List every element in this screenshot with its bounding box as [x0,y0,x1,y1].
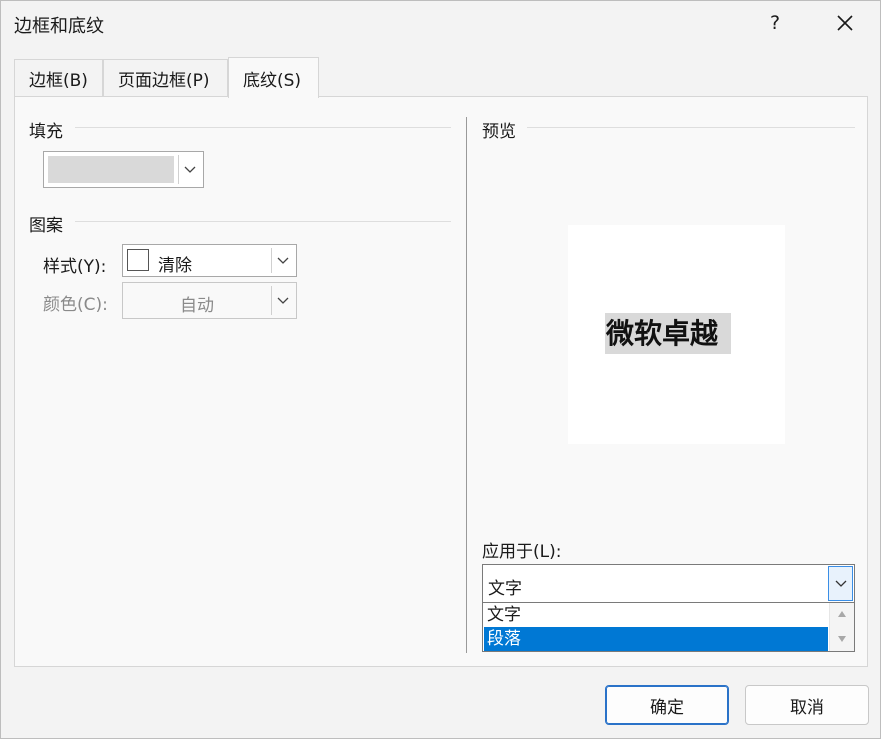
style-value: 清除 [158,256,192,276]
fill-color-swatch [48,156,174,183]
borders-and-shading-dialog: 边框和底纹 ? 边框(B) 页面边框(P) 底纹(S) 填充 图案 样式(Y):… [0,0,881,739]
apply-to-dropdown[interactable]: 文字 [482,564,855,603]
pattern-group-label: 图案 [29,216,63,236]
scroll-down-icon[interactable] [837,635,847,643]
apply-to-label: 应用于(L): [482,542,562,562]
fill-color-dropdown[interactable] [43,151,204,188]
chevron-down-icon [277,257,288,264]
pattern-group-divider [75,221,451,222]
cancel-button[interactable]: 取消 [745,685,869,725]
shading-panel: 填充 图案 样式(Y): 清除 颜色(C): 自动 预览 微软卓越 应用于(L)… [14,96,868,667]
list-item-selected[interactable]: 段落 [484,627,828,651]
apply-to-selected: 文字 [488,579,522,599]
color-dropdown-arrow[interactable] [271,286,293,315]
list-item[interactable]: 文字 [484,603,828,627]
tab-borders[interactable]: 边框(B) [14,59,103,97]
chevron-down-icon [277,297,288,304]
preview-group-label: 预览 [482,122,516,142]
pattern-swatch [127,249,149,271]
section-divider [466,117,467,653]
color-label: 颜色(C): [43,295,108,315]
close-button[interactable] [823,5,867,41]
tab-page-border-label: 页面边框(P) [118,71,210,91]
chevron-down-icon [184,166,195,173]
help-button[interactable]: ? [753,5,797,41]
tab-shading-label: 底纹(S) [243,70,302,91]
style-dropdown-arrow[interactable] [271,248,293,273]
scroll-up-icon[interactable] [837,610,847,618]
chevron-down-icon [835,580,846,587]
style-label: 样式(Y): [43,257,107,277]
fill-group-label: 填充 [29,122,63,142]
apply-to-dropdown-arrow[interactable] [828,566,853,601]
preview-sample-text: 微软卓越 [605,313,732,354]
tab-shading[interactable]: 底纹(S) [228,57,319,98]
tab-page-border[interactable]: 页面边框(P) [103,59,228,97]
apply-to-listbox: 文字 段落 [482,602,855,652]
listbox-scrollbar[interactable] [829,603,854,651]
color-value: 自动 [180,296,214,316]
preview-area: 微软卓越 [568,225,785,444]
color-dropdown[interactable]: 自动 [122,282,297,319]
dialog-title: 边框和底纹 [14,16,104,37]
style-dropdown[interactable]: 清除 [122,244,297,277]
fill-dropdown-arrow[interactable] [178,155,200,184]
tab-borders-label: 边框(B) [29,71,88,91]
ok-button[interactable]: 确定 [605,685,729,725]
preview-group-divider [527,127,855,128]
close-icon [837,15,853,31]
title-bar: 边框和底纹 ? [1,1,880,45]
fill-group-divider [75,127,451,128]
